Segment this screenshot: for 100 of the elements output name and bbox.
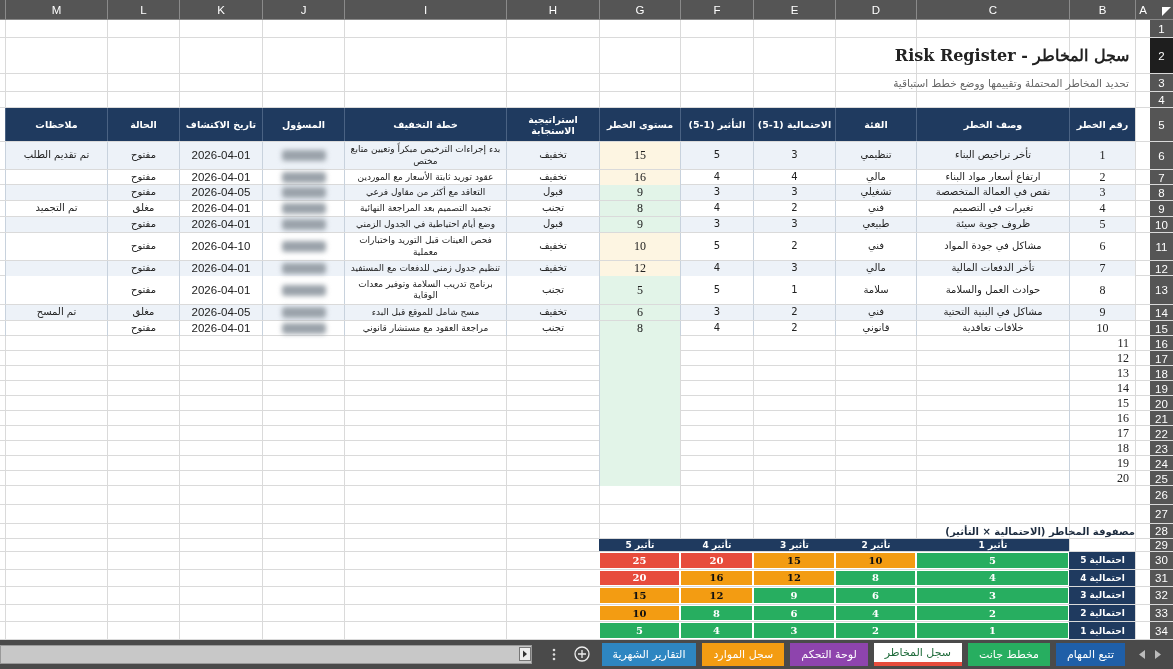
- add-sheet-icon[interactable]: [573, 646, 590, 663]
- row-header[interactable]: 6: [1150, 142, 1173, 169]
- risk-number: 6: [1069, 233, 1135, 260]
- more-icon[interactable]: [551, 648, 556, 661]
- matrix-cell: 10: [835, 552, 916, 569]
- row-header[interactable]: 13: [1150, 276, 1173, 304]
- blurred-text: [281, 203, 326, 214]
- response-strategy: تخفيف: [506, 261, 599, 276]
- status: مفتوح: [107, 185, 179, 200]
- response-strategy: تخفيف: [506, 142, 599, 169]
- risk-level: 16: [599, 170, 680, 185]
- row-header[interactable]: 23: [1150, 441, 1173, 456]
- row-header[interactable]: 3: [1150, 74, 1173, 91]
- impact: 5: [680, 142, 753, 169]
- header-cell: الحالة: [107, 108, 179, 141]
- sheet-tab[interactable]: التقارير الشهرية: [601, 642, 697, 666]
- row-header[interactable]: 26: [1150, 486, 1173, 504]
- status: مفتوح: [107, 261, 179, 276]
- row-header[interactable]: 30: [1150, 552, 1173, 569]
- column-header[interactable]: B: [1069, 0, 1135, 19]
- row-header[interactable]: 9: [1150, 201, 1173, 216]
- row-header[interactable]: 5: [1150, 108, 1173, 141]
- column-header[interactable]: L: [107, 0, 179, 19]
- risk-description: مشاكل في جودة المواد: [916, 233, 1069, 260]
- column-header[interactable]: H: [506, 0, 599, 19]
- row-header[interactable]: 7: [1150, 170, 1173, 185]
- header-cell: رقم الخطر: [1069, 108, 1135, 141]
- row-header[interactable]: 18: [1150, 366, 1173, 381]
- row-header[interactable]: 33: [1150, 604, 1173, 622]
- row-header[interactable]: 2: [1150, 38, 1173, 73]
- row-header[interactable]: 22: [1150, 426, 1173, 441]
- blurred-text: [281, 172, 326, 183]
- probability: 2: [753, 201, 835, 216]
- row-header[interactable]: 16: [1150, 336, 1173, 351]
- row-header[interactable]: 4: [1150, 92, 1173, 107]
- scroll-right-icon[interactable]: [1155, 650, 1161, 659]
- column-header[interactable]: C: [916, 0, 1069, 19]
- row-header[interactable]: 20: [1150, 396, 1173, 411]
- blurred-text: [281, 284, 326, 296]
- risk-level: 8: [599, 321, 680, 336]
- sheet-tab[interactable]: تتبع المهام: [1055, 642, 1125, 666]
- row-header[interactable]: 15: [1150, 321, 1173, 336]
- scroll-right-icon[interactable]: [518, 647, 531, 662]
- row-header[interactable]: 31: [1150, 569, 1173, 587]
- risk-level: 5: [599, 276, 680, 304]
- column-header[interactable]: J: [262, 0, 344, 19]
- row-header[interactable]: 12: [1150, 261, 1173, 276]
- header-cell: استراتيجية الاستجابة: [506, 108, 599, 141]
- row-header[interactable]: 25: [1150, 471, 1173, 486]
- status: مفتوح: [107, 217, 179, 232]
- status: مفتوح: [107, 142, 179, 169]
- column-header[interactable]: D: [835, 0, 916, 19]
- horizontal-scrollbar[interactable]: [0, 644, 532, 664]
- column-header[interactable]: I: [344, 0, 506, 19]
- sheet-tab[interactable]: لوحة التحكم: [790, 642, 868, 666]
- risk-level: 9: [599, 217, 680, 232]
- risk-level: 6: [599, 305, 680, 320]
- blurred-text: [281, 323, 326, 334]
- column-header[interactable]: G: [599, 0, 680, 19]
- sheet-tab[interactable]: سجل المخاطر: [873, 642, 962, 666]
- row-header[interactable]: 24: [1150, 456, 1173, 471]
- matrix-cell: 1: [916, 622, 1069, 639]
- row-header[interactable]: 32: [1150, 587, 1173, 604]
- column-header[interactable]: F: [680, 0, 753, 19]
- row-header[interactable]: 1: [1150, 20, 1173, 37]
- row-header[interactable]: 10: [1150, 217, 1173, 232]
- risk-number: 3: [1069, 185, 1135, 200]
- row-header[interactable]: 34: [1150, 622, 1173, 639]
- row-header[interactable]: 28: [1150, 524, 1173, 538]
- probability: 3: [753, 185, 835, 200]
- probability: 3: [753, 217, 835, 232]
- risk-level: 8: [599, 201, 680, 216]
- mitigation-plan: فحص العينات قبل التوريد واختبارات معملية: [344, 233, 506, 260]
- impact: 4: [680, 261, 753, 276]
- matrix-cell: 12: [680, 587, 753, 604]
- probability: 3: [753, 261, 835, 276]
- row-header[interactable]: 14: [1150, 305, 1173, 320]
- row-header[interactable]: 21: [1150, 411, 1173, 426]
- mitigation-plan: تجميد التصميم بعد المراجعة النهائية: [344, 201, 506, 216]
- select-all-icon[interactable]: [1162, 7, 1171, 16]
- matrix-cell: 20: [680, 552, 753, 569]
- row-header[interactable]: 19: [1150, 381, 1173, 396]
- column-header[interactable]: M: [5, 0, 107, 19]
- impact: 3: [680, 217, 753, 232]
- column-header[interactable]: A: [1135, 0, 1150, 19]
- response-strategy: تجنب: [506, 276, 599, 304]
- risk-number: 7: [1069, 261, 1135, 276]
- probability: 1: [753, 276, 835, 304]
- row-header[interactable]: 11: [1150, 233, 1173, 260]
- row-header[interactable]: 29: [1150, 539, 1173, 551]
- scroll-left-icon[interactable]: [1139, 650, 1145, 659]
- risk-description: تغيرات في التصميم: [916, 201, 1069, 216]
- header-cell: المسؤول: [262, 108, 344, 141]
- column-header[interactable]: K: [179, 0, 262, 19]
- row-header[interactable]: 8: [1150, 185, 1173, 200]
- row-header[interactable]: 17: [1150, 351, 1173, 366]
- header-cell: التأثير (1-5): [680, 108, 753, 141]
- column-header[interactable]: E: [753, 0, 835, 19]
- row-header[interactable]: 27: [1150, 505, 1173, 523]
- risk-level: 10: [599, 233, 680, 260]
